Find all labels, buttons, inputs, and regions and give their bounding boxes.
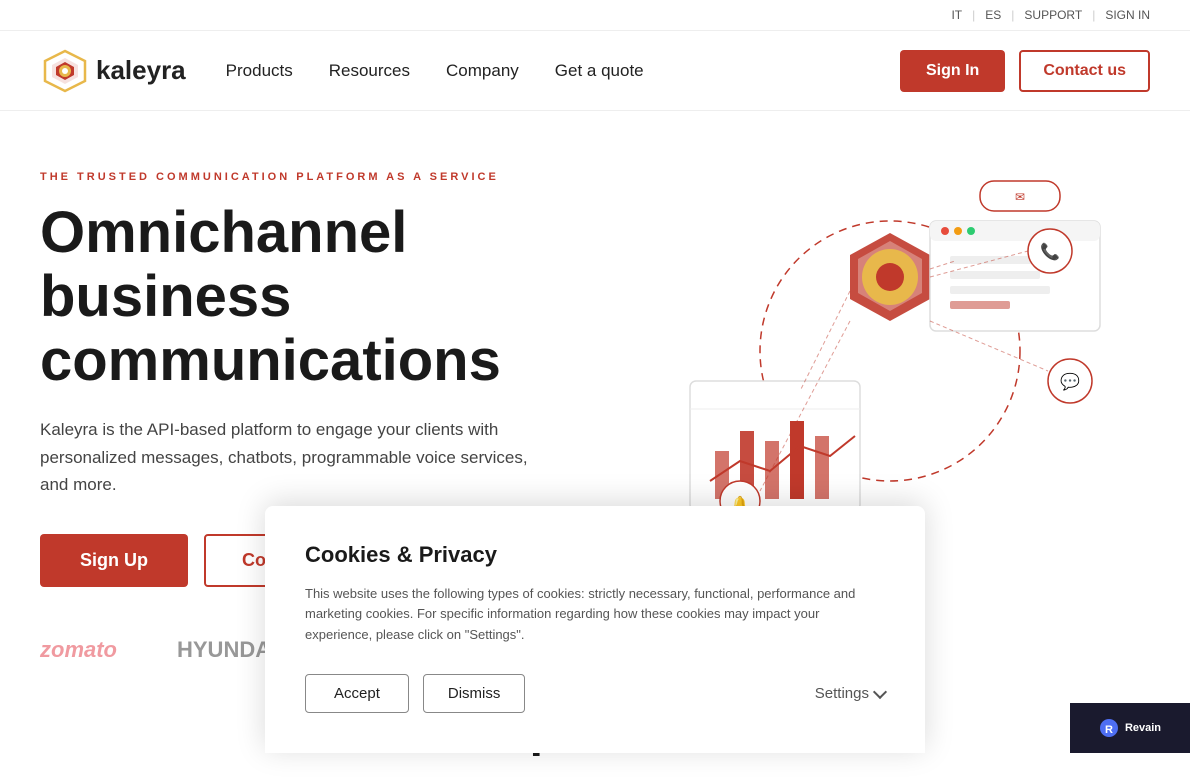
accept-button[interactable]: Accept <box>305 674 409 713</box>
hero-tag: THE TRUSTED COMMUNICATION PLATFORM AS A … <box>40 171 640 183</box>
hero-svg: ✉ 📞 💬 🔔 <box>660 161 1120 541</box>
revain-badge[interactable]: R Revain <box>1070 703 1190 753</box>
brand-hyundai: HYUNDAI <box>177 637 277 663</box>
topbar-link-es[interactable]: ES <box>985 8 1001 22</box>
chevron-down-icon <box>873 684 887 698</box>
navbar: kaleyra Products Resources Company Get a… <box>0 31 1190 111</box>
revain-label: Revain <box>1125 722 1161 734</box>
nav-get-quote[interactable]: Get a quote <box>555 61 644 81</box>
svg-text:✉: ✉ <box>1015 190 1025 204</box>
nav-links: Products Resources Company Get a quote <box>226 61 900 81</box>
cookie-banner: Cookies & Privacy This website uses the … <box>265 506 925 753</box>
svg-text:💬: 💬 <box>1060 372 1080 391</box>
settings-button[interactable]: Settings <box>815 685 885 702</box>
separator-1: | <box>972 8 975 22</box>
nav-company[interactable]: Company <box>446 61 519 81</box>
top-bar: IT | ES | SUPPORT | SIGN IN <box>0 0 1190 31</box>
revain-icon: R <box>1099 718 1119 738</box>
settings-label: Settings <box>815 685 869 702</box>
cookie-actions: Accept Dismiss Settings <box>305 674 885 713</box>
kaleyra-logo-icon <box>40 46 90 96</box>
hero-illustration: ✉ 📞 💬 🔔 <box>660 161 1120 541</box>
signin-button[interactable]: Sign In <box>900 50 1005 92</box>
contact-button[interactable]: Contact us <box>1019 50 1150 92</box>
topbar-link-it[interactable]: IT <box>951 8 962 22</box>
signup-button[interactable]: Sign Up <box>40 534 188 587</box>
cookie-title: Cookies & Privacy <box>305 542 885 568</box>
brand-zomato: zomato <box>40 637 117 663</box>
nav-resources[interactable]: Resources <box>329 61 410 81</box>
topbar-link-signin[interactable]: SIGN IN <box>1105 8 1150 22</box>
logo-text: kaleyra <box>96 55 186 86</box>
nav-actions: Sign In Contact us <box>900 50 1150 92</box>
topbar-link-support[interactable]: SUPPORT <box>1024 8 1082 22</box>
separator-3: | <box>1092 8 1095 22</box>
hero-title: Omnichannel business communications <box>40 201 640 392</box>
svg-text:📞: 📞 <box>1040 241 1060 261</box>
logo[interactable]: kaleyra <box>40 46 186 96</box>
hero-description: Kaleyra is the API-based platform to eng… <box>40 416 540 498</box>
nav-products[interactable]: Products <box>226 61 293 81</box>
separator-2: | <box>1011 8 1014 22</box>
cookie-description: This website uses the following types of… <box>305 584 885 646</box>
svg-text:R: R <box>1105 724 1113 736</box>
dismiss-button[interactable]: Dismiss <box>423 674 526 713</box>
